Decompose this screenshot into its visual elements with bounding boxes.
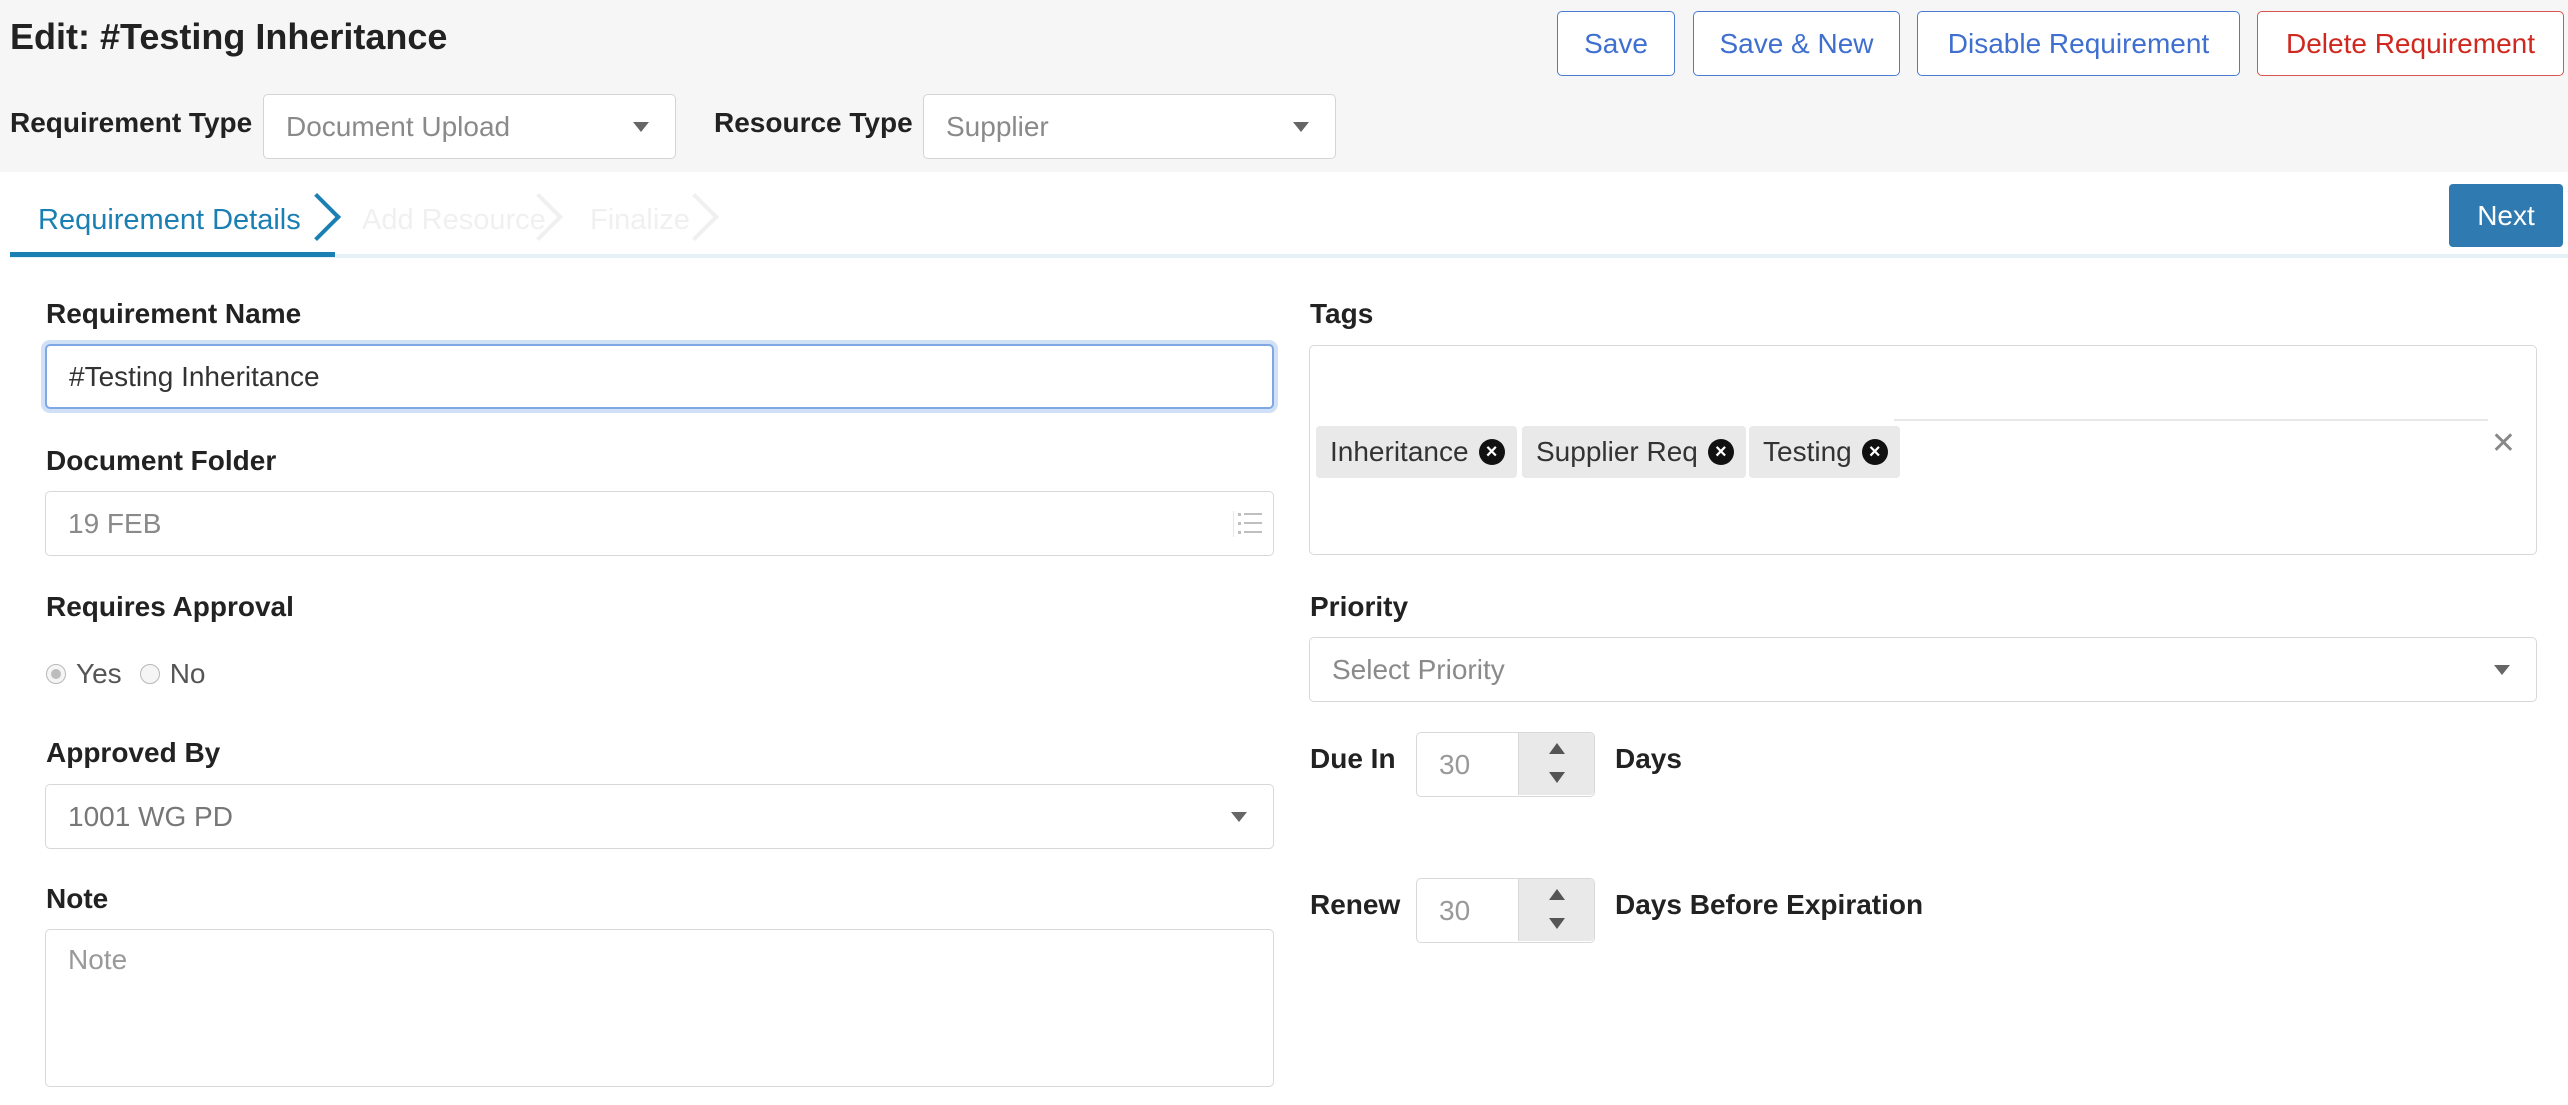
tag-chip: Testing ×	[1749, 426, 1900, 478]
circle-x-icon[interactable]: ×	[1861, 439, 1888, 465]
tag-chip: Supplier Req ×	[1522, 426, 1746, 478]
priority-select[interactable]: Select Priority	[1309, 637, 2537, 702]
due-in-value: 30	[1439, 749, 1471, 780]
document-folder-label: Document Folder	[46, 445, 277, 476]
close-icon[interactable]: ✕	[2491, 426, 2516, 461]
decrement-icon[interactable]	[1549, 918, 1565, 929]
requirement-name-value: #Testing Inheritance	[69, 360, 320, 392]
approved-by-label: Approved By	[46, 737, 221, 768]
renew-spin-buttons	[1518, 879, 1594, 941]
tag-label: Inheritance	[1330, 436, 1469, 467]
due-in-label: Due In	[1310, 743, 1396, 774]
priority-placeholder: Select Priority	[1332, 653, 1505, 685]
resource-type-value: Supplier	[946, 110, 1049, 142]
increment-icon[interactable]	[1549, 743, 1565, 754]
caret-down-icon	[2494, 664, 2510, 675]
requirement-type-value: Document Upload	[286, 110, 511, 142]
approval-yes-radio[interactable]	[46, 664, 66, 684]
wizard-track	[10, 254, 2568, 258]
renew-suffix: Days Before Expiration	[1615, 889, 1924, 920]
approved-by-select[interactable]: 1001 WG PD	[45, 784, 1274, 849]
requirement-name-label: Requirement Name	[46, 298, 302, 329]
renew-value: 30	[1439, 895, 1471, 926]
disable-requirement-button[interactable]: Disable Requirement	[1917, 11, 2240, 76]
step-requirement-details[interactable]: Requirement Details	[38, 204, 301, 237]
tags-label: Tags	[1310, 298, 1374, 329]
tag-chip: Inheritance ×	[1316, 426, 1517, 478]
renew-label: Renew	[1310, 889, 1401, 920]
tag-search-line	[1894, 419, 2488, 421]
approval-yes-label: Yes	[76, 658, 122, 689]
caret-down-icon	[1293, 121, 1309, 132]
save-button[interactable]: Save	[1557, 11, 1675, 76]
requirement-name-input[interactable]: #Testing Inheritance	[45, 344, 1274, 409]
tag-label: Testing	[1763, 436, 1852, 467]
decrement-icon[interactable]	[1549, 772, 1565, 783]
caret-down-icon	[1231, 811, 1247, 822]
next-button[interactable]: Next	[2449, 184, 2563, 247]
increment-icon[interactable]	[1549, 889, 1565, 900]
document-folder-input[interactable]: 19 FEB	[45, 491, 1274, 556]
requires-approval-group: Yes No	[46, 658, 205, 690]
tags-input[interactable]: Inheritance × Supplier Req × Testing × ✕	[1309, 345, 2537, 555]
caret-down-icon	[633, 121, 649, 132]
resource-type-select[interactable]: Supplier	[923, 94, 1336, 159]
active-step-indicator	[10, 252, 335, 257]
approved-by-value: 1001 WG PD	[68, 800, 233, 832]
circle-x-icon[interactable]: ×	[1707, 439, 1734, 465]
delete-requirement-button[interactable]: Delete Requirement	[2257, 11, 2564, 76]
due-in-stepper[interactable]: 30	[1416, 732, 1595, 797]
tag-label: Supplier Req	[1536, 436, 1698, 467]
due-in-spin-buttons	[1518, 733, 1594, 795]
note-label: Note	[46, 883, 109, 914]
list-icon[interactable]	[1233, 511, 1262, 537]
approval-no-label: No	[169, 658, 206, 689]
requires-approval-label: Requires Approval	[46, 591, 294, 622]
approval-no-radio[interactable]	[139, 664, 160, 684]
priority-label: Priority	[1310, 591, 1409, 622]
requirement-type-label: Requirement Type	[10, 107, 253, 138]
renew-stepper[interactable]: 30	[1416, 878, 1595, 943]
page-header: Edit: #Testing Inheritance Save Save & N…	[0, 0, 2568, 172]
circle-x-icon[interactable]: ×	[1478, 439, 1505, 465]
document-folder-value: 19 FEB	[68, 507, 162, 539]
page-title: Edit: #Testing Inheritance	[10, 16, 448, 57]
due-in-suffix: Days	[1615, 743, 1682, 774]
resource-type-label: Resource Type	[714, 107, 913, 138]
requirement-type-select[interactable]: Document Upload	[263, 94, 676, 159]
save-new-button[interactable]: Save & New	[1693, 11, 1900, 76]
note-textarea[interactable]	[45, 929, 1274, 1087]
wizard-steps: Requirement Details Add Resource Finaliz…	[0, 172, 2568, 258]
